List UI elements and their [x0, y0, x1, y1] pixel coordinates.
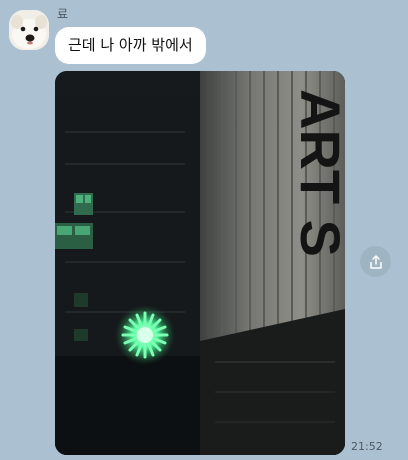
photo-image: ART S — [55, 71, 345, 455]
sender-avatar[interactable] — [9, 10, 49, 50]
message-bubble[interactable]: 근데 나 아까 밖에서 — [55, 27, 206, 64]
share-icon — [369, 254, 382, 269]
container-sign-text: ART S — [289, 89, 345, 257]
message-timestamp: 21:52 — [351, 440, 383, 453]
dog-face-icon — [9, 10, 49, 50]
photo-message[interactable]: ART S — [55, 71, 345, 455]
share-button[interactable] — [360, 246, 391, 277]
sender-name: 료 — [57, 7, 69, 21]
